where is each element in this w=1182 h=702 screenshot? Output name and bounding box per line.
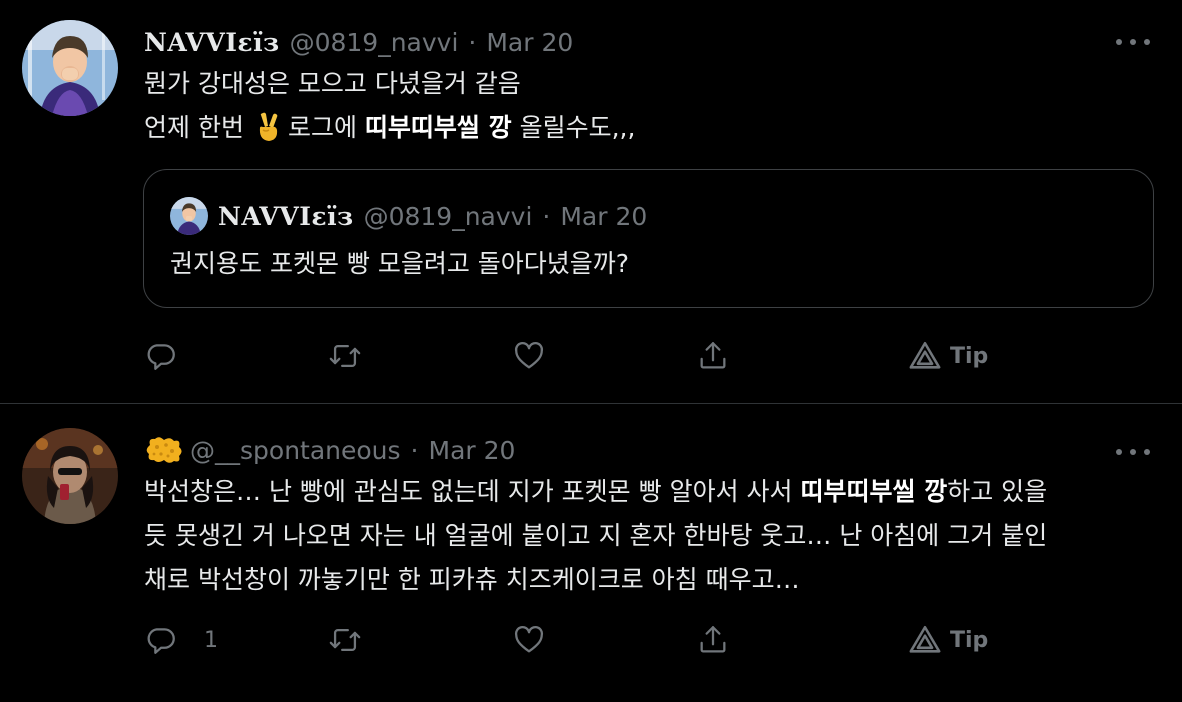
tweet-header: NAVVIεïз @0819_navvi · Mar 20 [144, 20, 573, 64]
quoted-avatar-image [170, 197, 208, 235]
more-options-icon[interactable] [1116, 446, 1150, 458]
like-button[interactable] [512, 620, 546, 660]
text-fragment: 올릴수도,,, [511, 113, 636, 142]
quoted-handle: @0819_navvi [363, 201, 533, 231]
quoted-timestamp: Mar 20 [560, 201, 648, 231]
tweet[interactable]: @__spontaneous · Mar 20 박선창은… 난 빵에 관심도 없… [0, 404, 1182, 702]
like-button[interactable] [512, 336, 546, 376]
text-fragment: 박선창은… 난 빵에 관심도 없는데 지가 포켓몬 빵 알아서 사서 [144, 477, 801, 506]
retweet-button[interactable] [328, 620, 362, 660]
retweet-button[interactable] [328, 336, 362, 376]
quoted-avatar [170, 197, 208, 235]
handle[interactable]: @0819_navvi [290, 28, 459, 57]
avatar-image [22, 20, 118, 116]
tip-icon [909, 625, 941, 653]
heart-icon [514, 341, 544, 369]
reply-icon [147, 344, 175, 370]
share-button[interactable] [696, 336, 730, 376]
bold-text: 띠부띠부씰 깡 [364, 113, 512, 142]
tweet[interactable]: NAVVIεïз @0819_navvi · Mar 20 뭔가 강대성은 모으… [0, 0, 1182, 404]
quoted-tweet[interactable]: NAVVIεïз @0819_navvi · Mar 20 권지용도 포켓몬 빵… [143, 169, 1154, 308]
tweet-text: 박선창은… 난 빵에 관심도 없는데 지가 포켓몬 빵 알아서 사서 띠부띠부씰… [144, 470, 1047, 602]
reply-count: 1 [204, 627, 218, 653]
text-fragment: 언제 한번 [144, 113, 244, 142]
more-options-icon[interactable] [1116, 36, 1150, 48]
display-name[interactable]: NAVVIεïз [144, 28, 280, 57]
tip-button[interactable]: Tip [908, 620, 988, 660]
share-button[interactable] [696, 620, 730, 660]
text-fragment: 하고 있을 [947, 477, 1048, 506]
quoted-tweet-text: 권지용도 포켓몬 빵 모을려고 돌아다녔을까? [170, 249, 630, 278]
tweet-actions: Tip [144, 336, 1004, 376]
tweet-header: @__spontaneous · Mar 20 [144, 428, 515, 472]
tip-label: Tip [950, 343, 989, 369]
quoted-tweet-header: NAVVIεïз @0819_navvi · Mar 20 [170, 196, 647, 236]
avatar[interactable] [22, 428, 118, 524]
reply-button[interactable]: 1 [144, 620, 218, 660]
victory-hand-icon [259, 112, 278, 141]
quoted-display-name: NAVVIεïз [218, 201, 354, 231]
share-icon [700, 626, 726, 653]
retweet-icon [329, 628, 361, 652]
heart-icon [514, 625, 544, 653]
handle[interactable]: @__spontaneous [190, 436, 401, 465]
tweet-line: 듯 못생긴 거 나오면 자는 내 얼굴에 붙이고 지 혼자 한바탕 웃고… 난 … [144, 521, 1048, 550]
timestamp[interactable]: Mar 20 [429, 436, 516, 465]
separator: · [542, 201, 551, 231]
reply-button[interactable] [144, 336, 178, 376]
retweet-icon [329, 344, 361, 368]
timestamp[interactable]: Mar 20 [486, 28, 573, 57]
separator: · [468, 27, 477, 57]
separator: · [410, 435, 419, 465]
bold-text: 띠부띠부씰 깡 [800, 477, 948, 506]
tip-button[interactable]: Tip [908, 336, 988, 376]
reply-icon [147, 628, 175, 654]
tweet-line: 채로 박선창이 까놓기만 한 피카츄 치즈케이크로 아침 때우고… [144, 565, 800, 594]
avatar[interactable] [22, 20, 118, 116]
tweet-line: 뭔가 강대성은 모으고 다녔을거 같음 [144, 69, 521, 98]
tweet-line: 언제 한번 로그에 띠부띠부씰 깡 올릴수도,,, [144, 106, 635, 150]
tweet-text: 뭔가 강대성은 모으고 다녔을거 같음 언제 한번 로그에 띠부띠부씰 깡 올릴… [144, 62, 635, 150]
share-icon [700, 342, 726, 369]
tip-label: Tip [950, 627, 989, 653]
text-fragment: 로그에 [287, 113, 365, 142]
tip-icon [909, 341, 941, 369]
tweet-actions: 1 Tip [144, 620, 1004, 660]
avatar-image [22, 428, 118, 524]
sponge-icon[interactable] [144, 435, 184, 465]
tweet-line: 박선창은… 난 빵에 관심도 없는데 지가 포켓몬 빵 알아서 사서 띠부띠부씰… [144, 470, 1047, 514]
